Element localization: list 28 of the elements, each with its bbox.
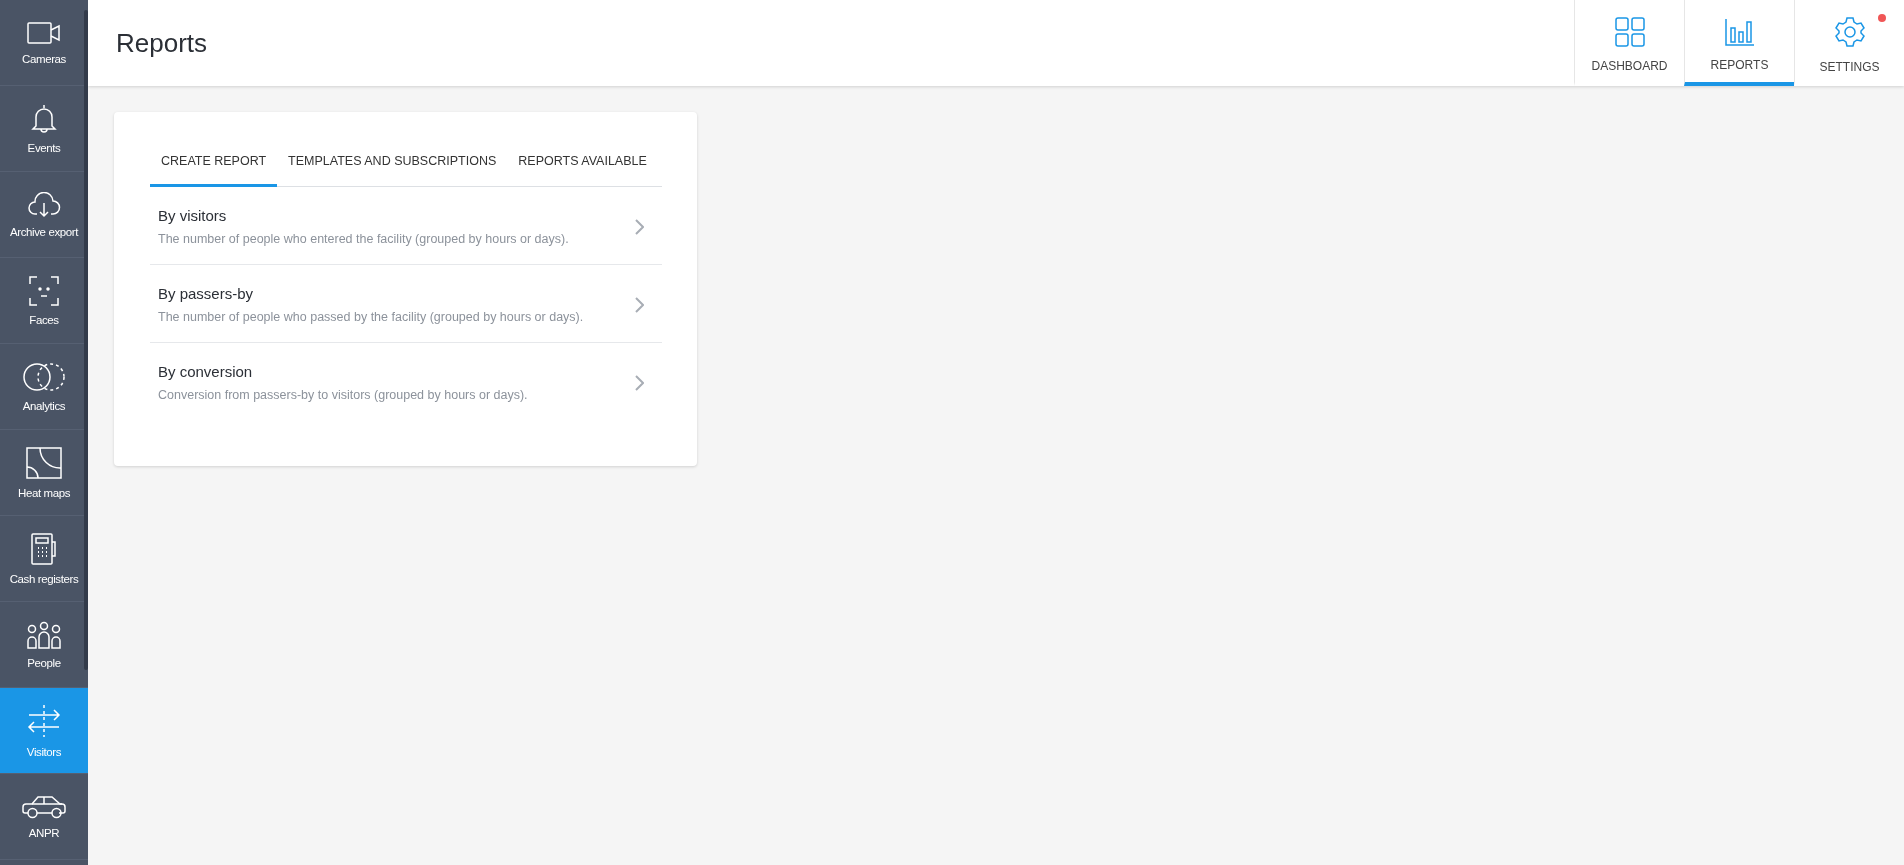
tab[interactable]: CREATE REPORT xyxy=(150,138,278,187)
tab[interactable]: REPORTS AVAILABLE xyxy=(507,138,658,187)
chevron-right-icon xyxy=(635,296,644,313)
cloud-download-icon xyxy=(27,191,61,218)
chevron-right-icon xyxy=(635,218,644,235)
nav-tab[interactable]: SETTINGS xyxy=(1794,0,1904,86)
sidebar-item[interactable]: ANPR xyxy=(0,774,88,860)
report-list-item[interactable]: By conversion Conversion from passers-by to visitors (grouped by hours or days). xyxy=(150,343,662,420)
calculator-icon xyxy=(31,532,57,565)
two-way-arrows-icon xyxy=(27,703,61,738)
car-icon xyxy=(22,794,66,819)
heat-map-icon xyxy=(26,446,62,479)
settings-icon xyxy=(1833,16,1866,48)
scrollbar[interactable] xyxy=(84,10,88,670)
video-camera-icon xyxy=(27,20,61,45)
bar-chart-icon xyxy=(1724,18,1755,46)
report-list-item[interactable]: By passers-by The number of people who passed by the facility (grouped by hours or days). xyxy=(150,265,662,343)
people-icon xyxy=(27,620,61,649)
tab[interactable]: TEMPLATES AND SUBSCRIPTIONS xyxy=(277,138,508,187)
page-title: Reports xyxy=(115,27,208,59)
bell-icon xyxy=(30,103,58,134)
face-scan-icon xyxy=(29,275,59,306)
chevron-right-icon xyxy=(635,374,644,391)
nav-tab[interactable]: REPORTS xyxy=(1684,0,1794,86)
overlapping-circles-icon xyxy=(22,361,66,392)
report-list-item[interactable]: By visitors The number of people who entered the facility (grouped by hours or days). xyxy=(150,187,662,265)
nav-tab[interactable]: DASHBOARD xyxy=(1574,0,1684,86)
dashboard-grid-icon xyxy=(1614,17,1645,47)
